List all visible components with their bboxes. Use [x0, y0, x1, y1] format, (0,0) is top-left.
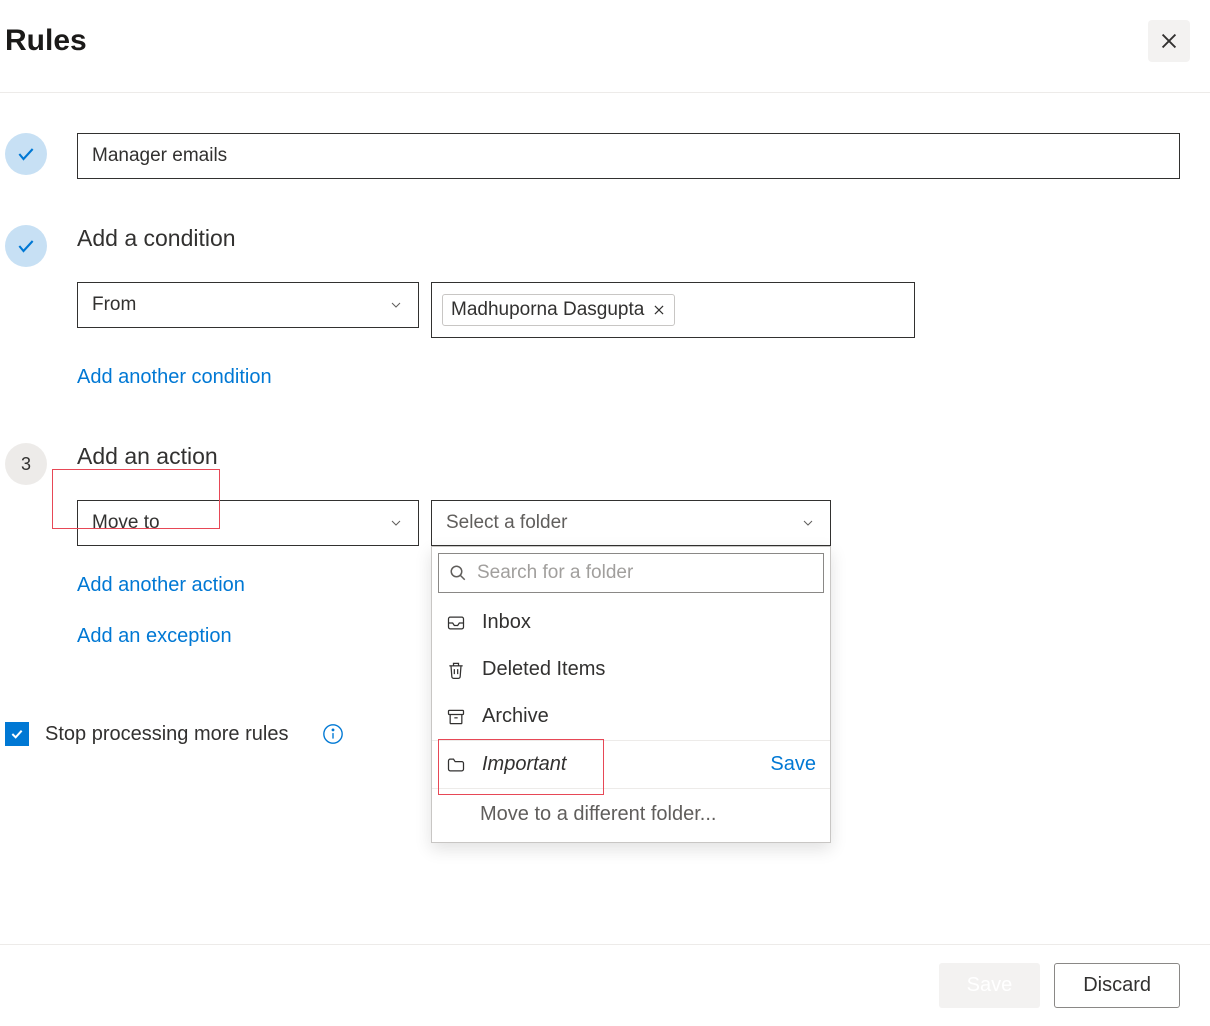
condition-type-dropdown[interactable]: From: [77, 282, 419, 328]
close-icon: [652, 303, 666, 317]
folder-dropdown-panel: Inbox Deleted Items: [431, 546, 831, 843]
folder-option-archive[interactable]: Archive: [432, 693, 830, 740]
folder-option-inbox[interactable]: Inbox: [432, 599, 830, 646]
dialog-content: Add a condition From Madhuporna Dasgupta: [0, 93, 1210, 766]
action-type-value: Move to: [92, 512, 160, 534]
folder-search-box[interactable]: [438, 553, 824, 593]
page-title: Rules: [5, 24, 87, 58]
move-different-folder-link[interactable]: Move to a different folder...: [432, 789, 830, 842]
check-icon: [9, 726, 25, 742]
chip-remove-button[interactable]: [652, 303, 666, 317]
person-chip: Madhuporna Dasgupta: [442, 294, 675, 326]
step1-badge: [5, 133, 47, 175]
inbox-icon: [446, 613, 466, 633]
rule-name-input[interactable]: [77, 133, 1180, 179]
stop-processing-checkbox[interactable]: [5, 722, 29, 746]
action-type-dropdown[interactable]: Move to: [77, 500, 419, 546]
search-icon: [449, 564, 467, 582]
info-button[interactable]: [322, 723, 344, 745]
condition-value-field[interactable]: Madhuporna Dasgupta: [431, 282, 915, 338]
check-icon: [16, 144, 36, 164]
folder-label: Inbox: [482, 611, 816, 634]
condition-section-label: Add a condition: [77, 225, 1180, 252]
save-button[interactable]: Save: [939, 963, 1041, 1008]
close-icon: [1158, 30, 1180, 52]
step-condition: Add a condition From Madhuporna Dasgupta: [5, 225, 1180, 397]
chevron-down-icon: [388, 297, 404, 313]
stop-processing-label: Stop processing more rules: [45, 723, 288, 746]
folder-search-input[interactable]: [477, 562, 813, 584]
step-action: 3 Add an action Move to Select a folder: [5, 443, 1180, 656]
chip-label: Madhuporna Dasgupta: [451, 299, 644, 321]
folder-placeholder: Select a folder: [446, 512, 567, 534]
folder-option-deleted[interactable]: Deleted Items: [432, 646, 830, 693]
check-icon: [16, 236, 36, 256]
folder-label: Deleted Items: [482, 658, 816, 681]
save-folder-button[interactable]: Save: [770, 753, 816, 776]
folder-label: Archive: [482, 705, 816, 728]
trash-icon: [446, 660, 466, 680]
step2-badge: [5, 225, 47, 267]
chevron-down-icon: [388, 515, 404, 531]
step-rule-name: [5, 133, 1180, 179]
folder-label: Important: [482, 753, 754, 776]
archive-icon: [446, 707, 466, 727]
step3-badge: 3: [5, 443, 47, 485]
folder-icon: [446, 755, 466, 775]
close-button[interactable]: [1148, 20, 1190, 62]
info-icon: [322, 723, 344, 745]
discard-button[interactable]: Discard: [1054, 963, 1180, 1008]
add-another-condition-link[interactable]: Add another condition: [77, 366, 1180, 389]
condition-type-value: From: [92, 294, 136, 316]
folder-option-important[interactable]: Important Save: [432, 740, 830, 789]
chevron-down-icon: [800, 515, 816, 531]
action-section-label: Add an action: [77, 443, 1180, 470]
folder-select-dropdown[interactable]: Select a folder: [431, 500, 831, 546]
dialog-header: Rules: [0, 0, 1210, 93]
dialog-footer: Save Discard: [0, 944, 1210, 1026]
